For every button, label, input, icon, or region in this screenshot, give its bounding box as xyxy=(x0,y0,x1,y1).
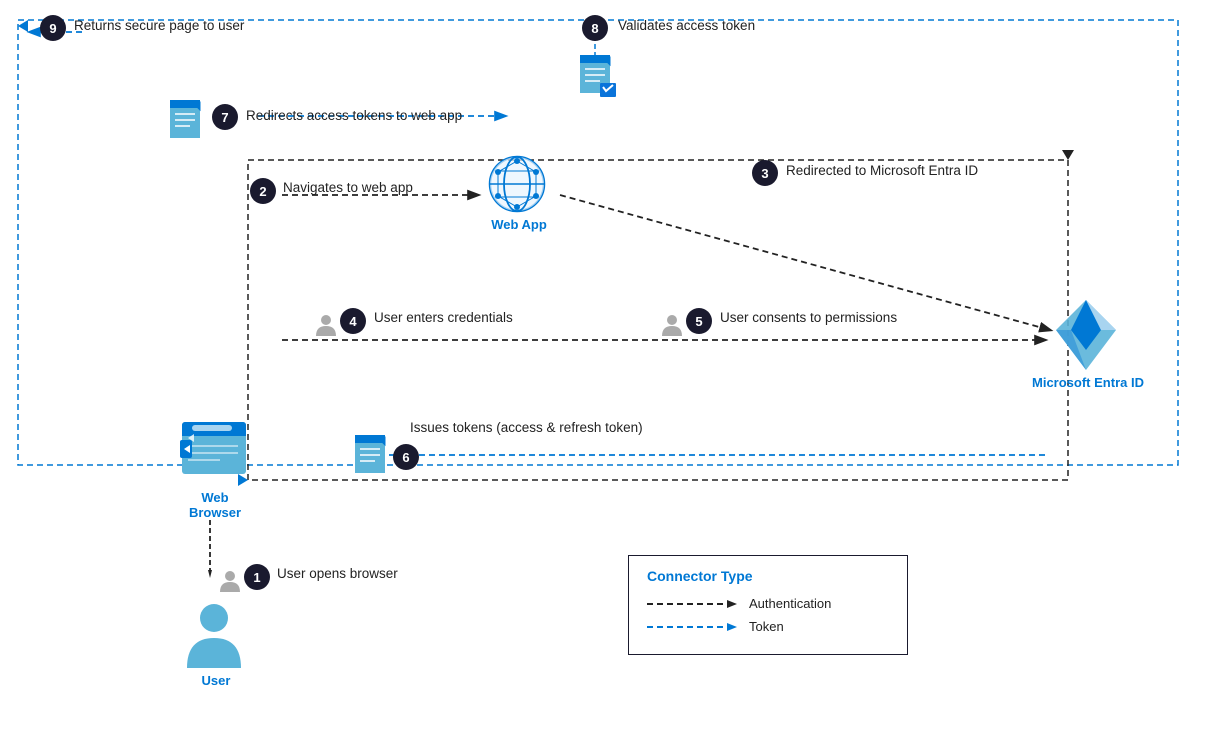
step-4-label: User enters credentials xyxy=(374,310,513,325)
step-3-circle: 3 xyxy=(752,160,778,186)
microsoft-entra-icon xyxy=(1046,295,1126,380)
step-3-label: Redirected to Microsoft Entra ID xyxy=(786,163,978,178)
user-label: User xyxy=(194,673,238,688)
authentication-row: Authentication xyxy=(647,596,889,611)
user-small-4 xyxy=(316,314,336,341)
step-9-circle: 9 xyxy=(40,15,66,41)
connector-type-box: Connector Type Authentication Token xyxy=(628,555,908,655)
token-row: Token xyxy=(647,619,889,634)
step-6-circle: 6 xyxy=(393,444,419,470)
microsoft-entra-label: Microsoft Entra ID xyxy=(1028,375,1148,390)
doc-icon-step6 xyxy=(355,435,391,482)
step-2-circle: 2 xyxy=(250,178,276,204)
doc-icon-step8 xyxy=(580,55,616,102)
connector-type-title: Connector Type xyxy=(647,568,889,584)
web-browser-label: Web Browser xyxy=(175,490,255,520)
step-5-label: User consents to permissions xyxy=(720,310,897,325)
step-1-circle: 1 xyxy=(244,564,270,590)
step-7-label: Redirects access tokens to web app xyxy=(246,108,462,123)
step-9-label: Returns secure page to user xyxy=(74,18,244,33)
step-8-label: Validates access token xyxy=(618,18,755,33)
authentication-label: Authentication xyxy=(749,596,831,611)
step-8-circle: 8 xyxy=(582,15,608,41)
web-app-label: Web App xyxy=(490,217,548,232)
web-app-icon xyxy=(488,155,546,218)
doc-icon-step7 xyxy=(170,100,206,147)
user-small-1 xyxy=(220,570,240,597)
token-label: Token xyxy=(749,619,784,634)
step-2-label: Navigates to web app xyxy=(283,180,413,195)
step-4-circle: 4 xyxy=(340,308,366,334)
step-7-circle: 7 xyxy=(212,104,238,130)
step-1-label: User opens browser xyxy=(277,566,398,581)
web-browser-icon xyxy=(180,420,248,487)
step-6-label: Issues tokens (access & refresh token) xyxy=(410,420,643,435)
user-icon xyxy=(185,600,243,675)
user-small-5 xyxy=(662,314,682,341)
step-5-circle: 5 xyxy=(686,308,712,334)
